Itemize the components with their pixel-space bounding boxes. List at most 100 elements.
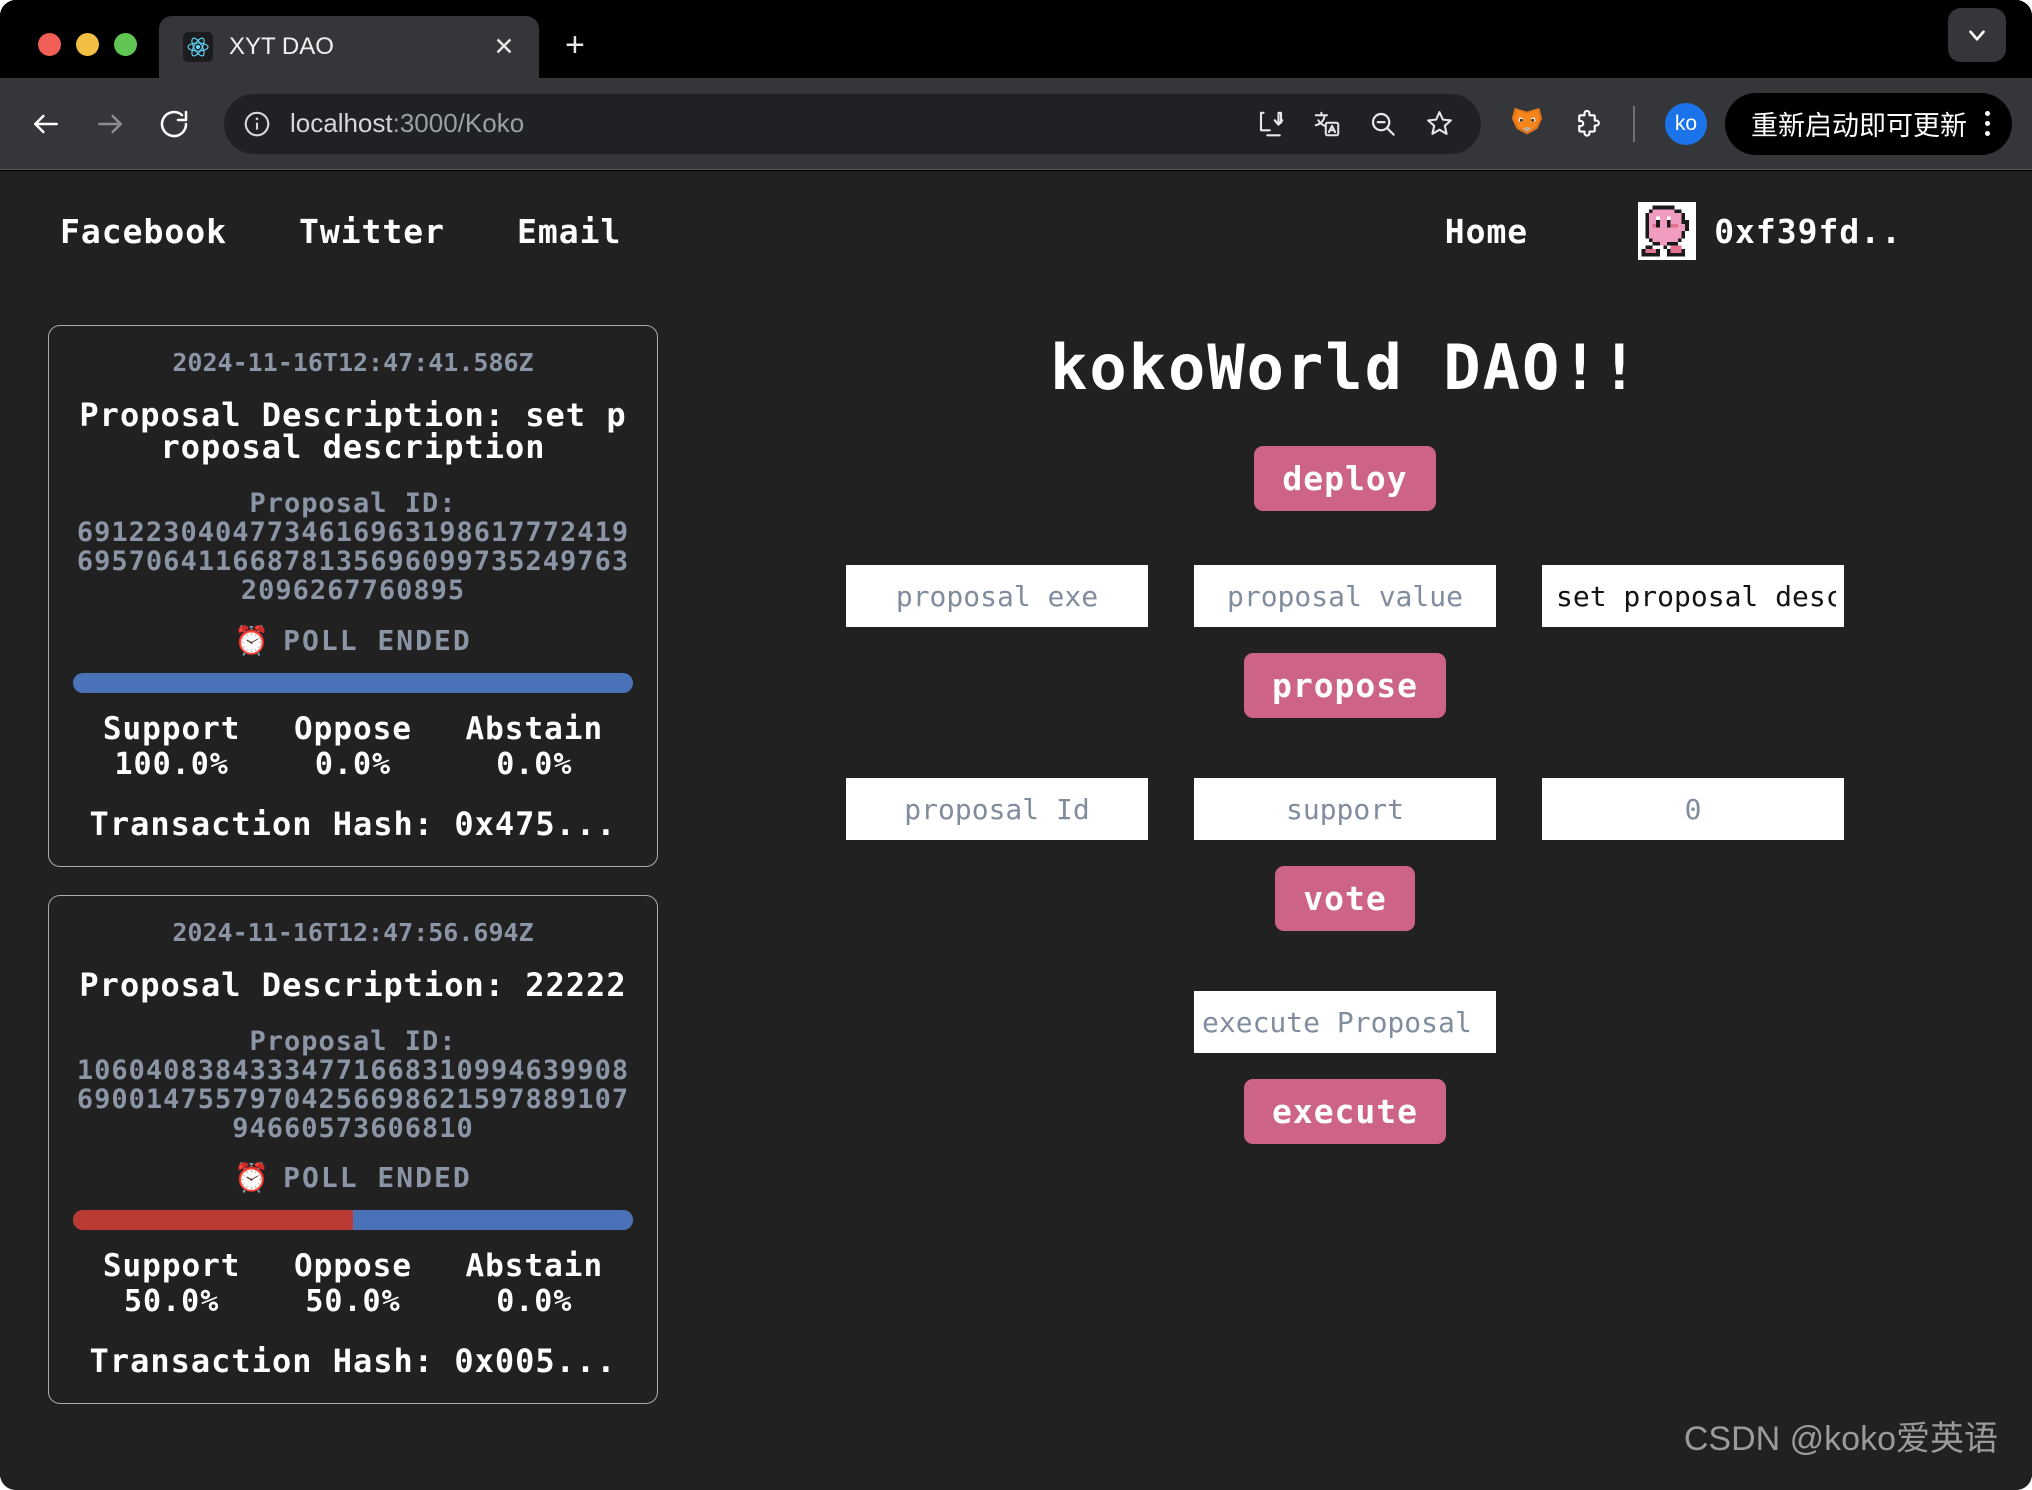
vote-progress-bar (73, 1210, 633, 1231)
proposal-list: 2024-11-16T12:47:41.586Z Proposal Descri… (48, 291, 658, 1432)
set-proposal-description-input[interactable] (1542, 565, 1844, 627)
site-navbar: Facebook Twitter Email Home 0xf39fd.. (0, 171, 2032, 291)
execute-field-row (658, 991, 2032, 1053)
close-icon[interactable]: ✕ (487, 34, 521, 60)
support-segment (73, 672, 633, 693)
nav-link-facebook[interactable]: Facebook (60, 212, 227, 251)
poll-status-text: POLL ENDED (283, 1161, 472, 1195)
toolbar-divider (1633, 105, 1635, 142)
propose-button[interactable]: propose (1243, 653, 1447, 718)
vote-button[interactable]: vote (1275, 866, 1415, 931)
tally-support: Support 100.0% (81, 711, 262, 782)
minimize-window-button[interactable] (76, 33, 99, 56)
tab-title: XYT DAO (229, 33, 334, 60)
oppose-segment (73, 1210, 353, 1231)
dao-panel: kokoWorld DAO!! deploy propose vote (658, 291, 2032, 1144)
tally-oppose-value: 50.0% (305, 1284, 401, 1320)
proposal-card: 2024-11-16T12:47:41.586Z Proposal Descri… (48, 325, 658, 867)
proposal-timestamp: 2024-11-16T12:47:41.586Z (172, 348, 534, 377)
bookmark-star-icon[interactable] (1413, 98, 1465, 150)
vote-tallies: Support 50.0% Oppose 50.0% Abstain 0.0% (73, 1248, 633, 1319)
tally-support-label: Support (102, 710, 241, 747)
vote-tallies: Support 100.0% Oppose 0.0% Abstain 0.0% (73, 711, 633, 782)
navbar-right: Home 0xf39fd.. (1445, 202, 1972, 260)
tally-abstain-label: Abstain (465, 710, 604, 747)
new-tab-button[interactable]: + (565, 28, 585, 62)
tally-abstain: Abstain 0.0% (444, 711, 625, 782)
url-host: localhost (290, 108, 393, 138)
page-title: kokoWorld DAO!! (1050, 331, 1640, 404)
proposal-id-input[interactable] (846, 778, 1148, 840)
proposal-description-label: Proposal Description: (79, 965, 505, 1004)
wallet-address: 0xf39fd.. (1714, 211, 1902, 251)
extensions-puzzle-icon[interactable] (1561, 98, 1613, 150)
metamask-fox-icon[interactable] (1501, 98, 1553, 150)
browser-tab[interactable]: XYT DAO ✕ (159, 16, 539, 78)
support-segment (353, 1210, 633, 1231)
vote-amount-input[interactable] (1542, 778, 1844, 840)
tally-support-label: Support (102, 1248, 241, 1285)
social-links: Facebook Twitter Email (60, 212, 621, 251)
kirby-avatar (1638, 202, 1697, 260)
address-bar[interactable]: localhost:3000/Koko (224, 93, 1481, 154)
tally-oppose: Oppose 0.0% (262, 711, 443, 782)
proposal-id-value: 1060408384333477166831099463990869001475… (76, 1054, 630, 1145)
proposal-description: Proposal Description: 22222 (73, 969, 633, 1001)
page-content: Facebook Twitter Email Home 0xf39fd.. 20… (0, 171, 2032, 1490)
alarm-clock-icon: ⏰ (234, 1161, 272, 1195)
tally-support: Support 50.0% (81, 1248, 262, 1319)
deploy-button[interactable]: deploy (1254, 446, 1436, 511)
proposal-card: 2024-11-16T12:47:56.694Z Proposal Descri… (48, 894, 658, 1405)
vote-progress-bar (73, 672, 633, 693)
react-icon (183, 32, 213, 62)
tally-support-value: 100.0% (114, 746, 229, 782)
forward-arrow-icon[interactable] (82, 96, 138, 152)
browser-toolbar: localhost:3000/Koko ko 重新启动即可更新 (0, 78, 2032, 170)
three-dot-menu-icon[interactable] (1977, 111, 1998, 136)
proposal-value-input[interactable] (1194, 565, 1496, 627)
zoom-out-icon[interactable] (1357, 98, 1409, 150)
reload-icon[interactable] (146, 96, 202, 152)
execute-button[interactable]: execute (1243, 1079, 1447, 1144)
tally-oppose-value: 0.0% (314, 746, 392, 782)
proposal-id-label: Proposal ID: (249, 488, 457, 519)
update-button-label: 重新启动即可更新 (1751, 111, 1967, 141)
proposal-description: Proposal Description: set proposal descr… (73, 399, 633, 463)
maximize-window-button[interactable] (114, 33, 137, 56)
avatar[interactable]: ko (1665, 102, 1707, 145)
browser-window: XYT DAO ✕ + localhost:3000/Koko ko 重新启动即… (0, 0, 2032, 1490)
wallet-chip[interactable]: 0xf39fd.. (1638, 202, 1902, 260)
poll-status: ⏰ POLL ENDED (73, 1161, 633, 1194)
translate-icon[interactable] (1301, 98, 1353, 150)
alarm-clock-icon: ⏰ (234, 623, 272, 657)
proposal-exe-input[interactable] (846, 565, 1148, 627)
watermark: CSDN @koko爱英语 (1683, 1420, 1998, 1458)
info-icon[interactable] (232, 99, 282, 149)
transaction-hash: Transaction Hash: 0x005... (89, 1342, 617, 1381)
execute-proposal-id-input[interactable] (1194, 991, 1496, 1053)
proposal-timestamp: 2024-11-16T12:47:56.694Z (172, 917, 534, 947)
proposal-description-value: 22222 (525, 965, 627, 1004)
nav-link-email[interactable]: Email (517, 212, 621, 251)
tally-abstain-value: 0.0% (496, 1284, 573, 1320)
url-text: localhost:3000/Koko (282, 108, 1245, 139)
update-button[interactable]: 重新启动即可更新 (1725, 92, 2012, 155)
install-app-icon[interactable] (1245, 98, 1297, 150)
tally-support-value: 50.0% (124, 1284, 220, 1320)
propose-field-row (658, 565, 2032, 627)
tally-abstain-value: 0.0% (496, 746, 573, 782)
nav-link-home[interactable]: Home (1445, 212, 1528, 251)
support-input[interactable] (1194, 778, 1496, 840)
tally-abstain-label: Abstain (465, 1248, 604, 1285)
nav-link-twitter[interactable]: Twitter (299, 212, 445, 251)
window-traffic-lights (0, 33, 159, 78)
vote-field-row (658, 778, 2032, 840)
omnibox-actions (1245, 98, 1465, 150)
close-window-button[interactable] (38, 33, 61, 56)
tally-abstain: Abstain 0.0% (444, 1248, 625, 1319)
back-arrow-icon[interactable] (18, 96, 74, 152)
chevron-down-icon[interactable] (1948, 8, 2006, 62)
main-content: 2024-11-16T12:47:41.586Z Proposal Descri… (0, 291, 2032, 1432)
tally-oppose-label: Oppose (294, 710, 412, 747)
tally-oppose-label: Oppose (294, 1248, 412, 1285)
